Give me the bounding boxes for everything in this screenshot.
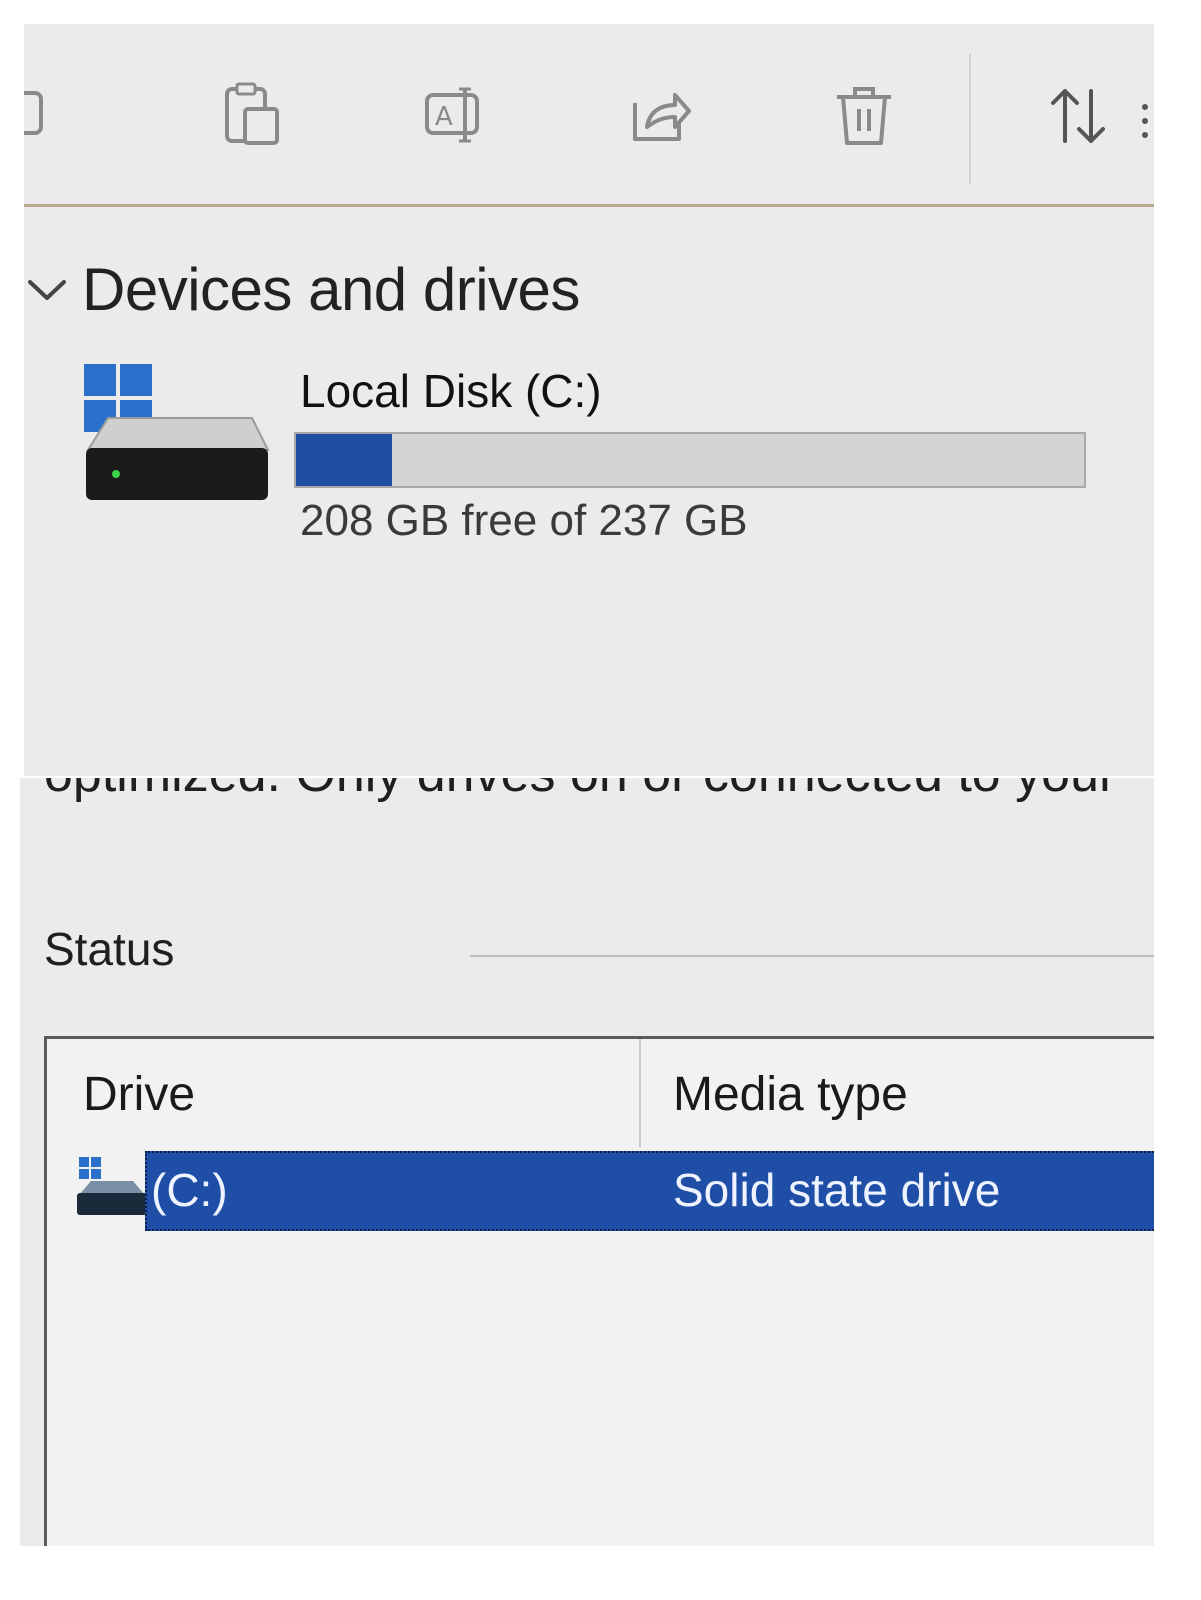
copy-button[interactable] <box>24 76 74 156</box>
status-group-rule <box>470 955 1154 957</box>
column-separator[interactable] <box>639 1039 641 1147</box>
cell-drive: (C:) <box>151 1164 228 1216</box>
table-row[interactable]: (C:) Solid state drive <box>47 1151 1154 1233</box>
toolbar-separator <box>969 54 971 184</box>
optimize-drives-panel: optimized. Only drives on or connected t… <box>20 778 1154 1546</box>
svg-text:A: A <box>435 102 453 132</box>
section-title: Devices and drives <box>82 255 580 323</box>
drive-icon <box>77 1157 147 1215</box>
file-explorer-panel: A Devices and drives Local Disk (C:) 208… <box>24 24 1154 776</box>
sort-button[interactable] <box>1038 76 1118 156</box>
description-text: optimized. Only drives on or connected t… <box>44 778 1116 804</box>
rename-icon: A <box>425 87 479 143</box>
cell-media-type: Solid state drive <box>673 1164 1001 1216</box>
more-options-icon[interactable] <box>1142 104 1150 144</box>
drive-usage-bar <box>294 432 1086 488</box>
delete-button[interactable] <box>824 76 904 156</box>
chevron-down-icon <box>28 280 66 300</box>
share-icon <box>633 93 691 141</box>
paste-icon <box>225 82 279 145</box>
drive-usage-fill <box>296 434 393 486</box>
column-header-drive[interactable]: Drive <box>83 1067 195 1122</box>
status-group-label: Status <box>44 923 175 975</box>
share-button[interactable] <box>620 76 700 156</box>
devices-and-drives-header[interactable]: Devices and drives <box>24 249 580 329</box>
drive-free-space: 208 GB free of 237 GB <box>300 496 748 545</box>
drive-name: Local Disk (C:) <box>300 365 602 417</box>
list-header: Drive Media type <box>47 1039 1154 1149</box>
windows-drive-icon <box>84 364 270 500</box>
paste-button[interactable] <box>212 76 292 156</box>
rename-button[interactable]: A <box>416 76 496 156</box>
delete-icon <box>837 87 891 145</box>
column-header-media-type[interactable]: Media type <box>673 1067 908 1122</box>
command-bar: A <box>24 24 1154 207</box>
drives-list[interactable]: Drive Media type (C:) Solid state drive <box>44 1036 1154 1546</box>
copy-icon <box>24 91 43 135</box>
row-selection-highlight <box>145 1151 1154 1231</box>
sort-icon <box>1051 89 1105 143</box>
